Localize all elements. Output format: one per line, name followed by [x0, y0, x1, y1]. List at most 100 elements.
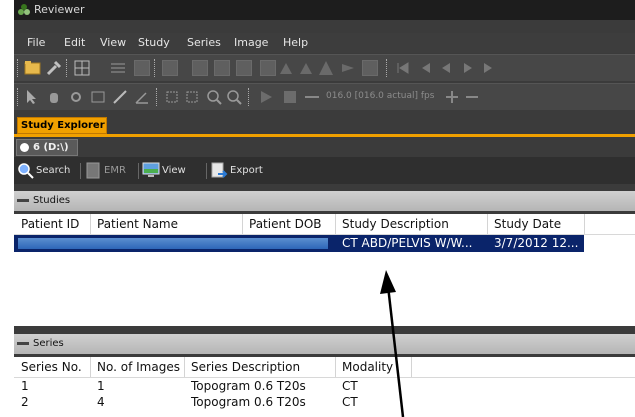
zoom-out-icon[interactable]: [226, 89, 242, 105]
col-study-description[interactable]: Study Description: [342, 217, 449, 231]
column-divider[interactable]: [411, 357, 412, 377]
fps-slider-icon[interactable]: [304, 89, 320, 105]
toolbar-grip[interactable]: [17, 88, 21, 106]
arrow-right-icon[interactable]: [340, 60, 356, 76]
monitor-icon: [142, 162, 160, 177]
next-frame-icon[interactable]: [482, 60, 498, 76]
redacted-patient-info: [18, 238, 328, 249]
rectangle-roi-icon[interactable]: [90, 89, 106, 105]
angle-icon[interactable]: [134, 89, 150, 105]
column-divider[interactable]: [584, 214, 585, 234]
col-patient-dob[interactable]: Patient DOB: [249, 217, 322, 231]
tab-drive-d[interactable]: 6 (D:\): [16, 139, 78, 156]
image-icon[interactable]: [260, 60, 276, 76]
decrease-fps-icon[interactable]: [464, 89, 480, 105]
view-label: View: [162, 165, 186, 176]
stop-icon[interactable]: [282, 89, 298, 105]
menu-edit[interactable]: Edit: [64, 36, 85, 49]
toolbar-grip[interactable]: [156, 88, 160, 106]
open-folder-icon[interactable]: [24, 59, 42, 76]
toolbar-grip[interactable]: [248, 88, 252, 106]
search-button[interactable]: Search: [16, 162, 76, 180]
studies-section-header[interactable]: Studies: [14, 191, 635, 211]
table-row[interactable]: 2 4 Topogram 0.6 T20s CT: [14, 395, 635, 411]
pointer-icon[interactable]: [24, 89, 40, 105]
menu-view[interactable]: View: [100, 36, 126, 49]
cell-study-date: 3/7/2012 12...: [494, 236, 579, 250]
col-series-no[interactable]: Series No.: [21, 360, 82, 374]
collapse-bar-icon: [17, 342, 29, 345]
cell-study-description: CT ABD/PELVIS W/W...: [342, 236, 473, 250]
increase-fps-icon[interactable]: [444, 89, 460, 105]
crop-icon[interactable]: [164, 89, 180, 105]
toolbar-grip[interactable]: [154, 59, 158, 77]
ruler-icon[interactable]: [112, 89, 128, 105]
table-row[interactable]: 1 1 Topogram 0.6 T20s CT: [14, 379, 635, 395]
emr-record-icon: [86, 162, 100, 179]
film-grid-icon[interactable]: [162, 60, 178, 76]
toolbar-grip[interactable]: [386, 59, 390, 77]
layout-grid-icon[interactable]: [74, 60, 90, 76]
cell-series-no: 2: [21, 395, 29, 409]
studies-title: Studies: [33, 195, 71, 206]
column-divider[interactable]: [184, 357, 185, 377]
page-icon[interactable]: [134, 60, 150, 76]
export-icon: [211, 162, 228, 178]
column-divider[interactable]: [242, 214, 243, 234]
menu-image[interactable]: Image: [234, 36, 268, 49]
studies-table: Patient ID Patient Name Patient DOB Stud…: [14, 214, 635, 326]
menu-series[interactable]: Series: [187, 36, 221, 49]
column-divider[interactable]: [335, 214, 336, 234]
pan-hand-icon[interactable]: [46, 89, 62, 105]
drive-label: 6 (D:\): [33, 142, 69, 153]
tab-study-explorer[interactable]: Study Explorer: [17, 117, 107, 134]
list-lines-icon[interactable]: [110, 60, 126, 76]
previous-frame-icon[interactable]: [416, 60, 432, 76]
column-divider[interactable]: [335, 357, 336, 377]
export-button[interactable]: Export: [210, 162, 278, 180]
col-no-of-images[interactable]: No. of Images: [97, 360, 180, 374]
first-frame-icon[interactable]: [394, 60, 410, 76]
table-row[interactable]: CT ABD/PELVIS W/W... 3/7/2012 12...: [14, 235, 584, 252]
zoom-in-icon[interactable]: [206, 89, 222, 105]
toolbar-grip[interactable]: [66, 59, 70, 77]
triangle-icon[interactable]: [298, 60, 314, 76]
col-patient-id[interactable]: Patient ID: [21, 217, 79, 231]
column-divider[interactable]: [90, 214, 91, 234]
toolbar-grip[interactable]: [17, 59, 21, 77]
triangle-large-icon[interactable]: [318, 60, 334, 76]
probe-icon[interactable]: [68, 89, 84, 105]
play-icon[interactable]: [258, 89, 274, 105]
col-study-date[interactable]: Study Date: [494, 217, 561, 231]
toolbar-separator: [80, 163, 81, 179]
menu-file[interactable]: File: [27, 36, 45, 49]
step-forward-icon[interactable]: [460, 60, 476, 76]
toolbar-separator: [138, 163, 139, 179]
studies-column-header: Patient ID Patient Name Patient DOB Stud…: [14, 214, 635, 235]
text-annotation-icon[interactable]: [192, 60, 208, 76]
cell-series-description: Topogram 0.6 T20s: [191, 395, 306, 409]
series-column-header: Series No. No. of Images Series Descript…: [14, 357, 635, 378]
title-bar: Reviewer: [14, 0, 635, 20]
col-series-description[interactable]: Series Description: [191, 360, 300, 374]
column-divider[interactable]: [90, 357, 91, 377]
menu-study[interactable]: Study: [138, 36, 170, 49]
curve-icon[interactable]: [362, 60, 378, 76]
window-level-icon[interactable]: [236, 60, 252, 76]
view-button[interactable]: View: [142, 162, 204, 180]
explorer-tab-strip: [14, 117, 635, 135]
column-divider[interactable]: [487, 214, 488, 234]
emr-button[interactable]: EMR: [84, 162, 136, 180]
series-table: Series No. No. of Images Series Descript…: [14, 357, 635, 417]
contrast-icon[interactable]: [214, 60, 230, 76]
tools-icon[interactable]: [46, 60, 62, 76]
series-section-header[interactable]: Series: [14, 334, 635, 354]
menu-help[interactable]: Help: [283, 36, 308, 49]
main-toolbar: [14, 54, 635, 81]
disc-icon: [20, 143, 29, 152]
col-patient-name[interactable]: Patient Name: [97, 217, 178, 231]
step-back-icon[interactable]: [438, 60, 454, 76]
crop-alt-icon[interactable]: [184, 89, 200, 105]
triangle-left-icon[interactable]: [278, 60, 294, 76]
col-modality[interactable]: Modality: [342, 360, 393, 374]
